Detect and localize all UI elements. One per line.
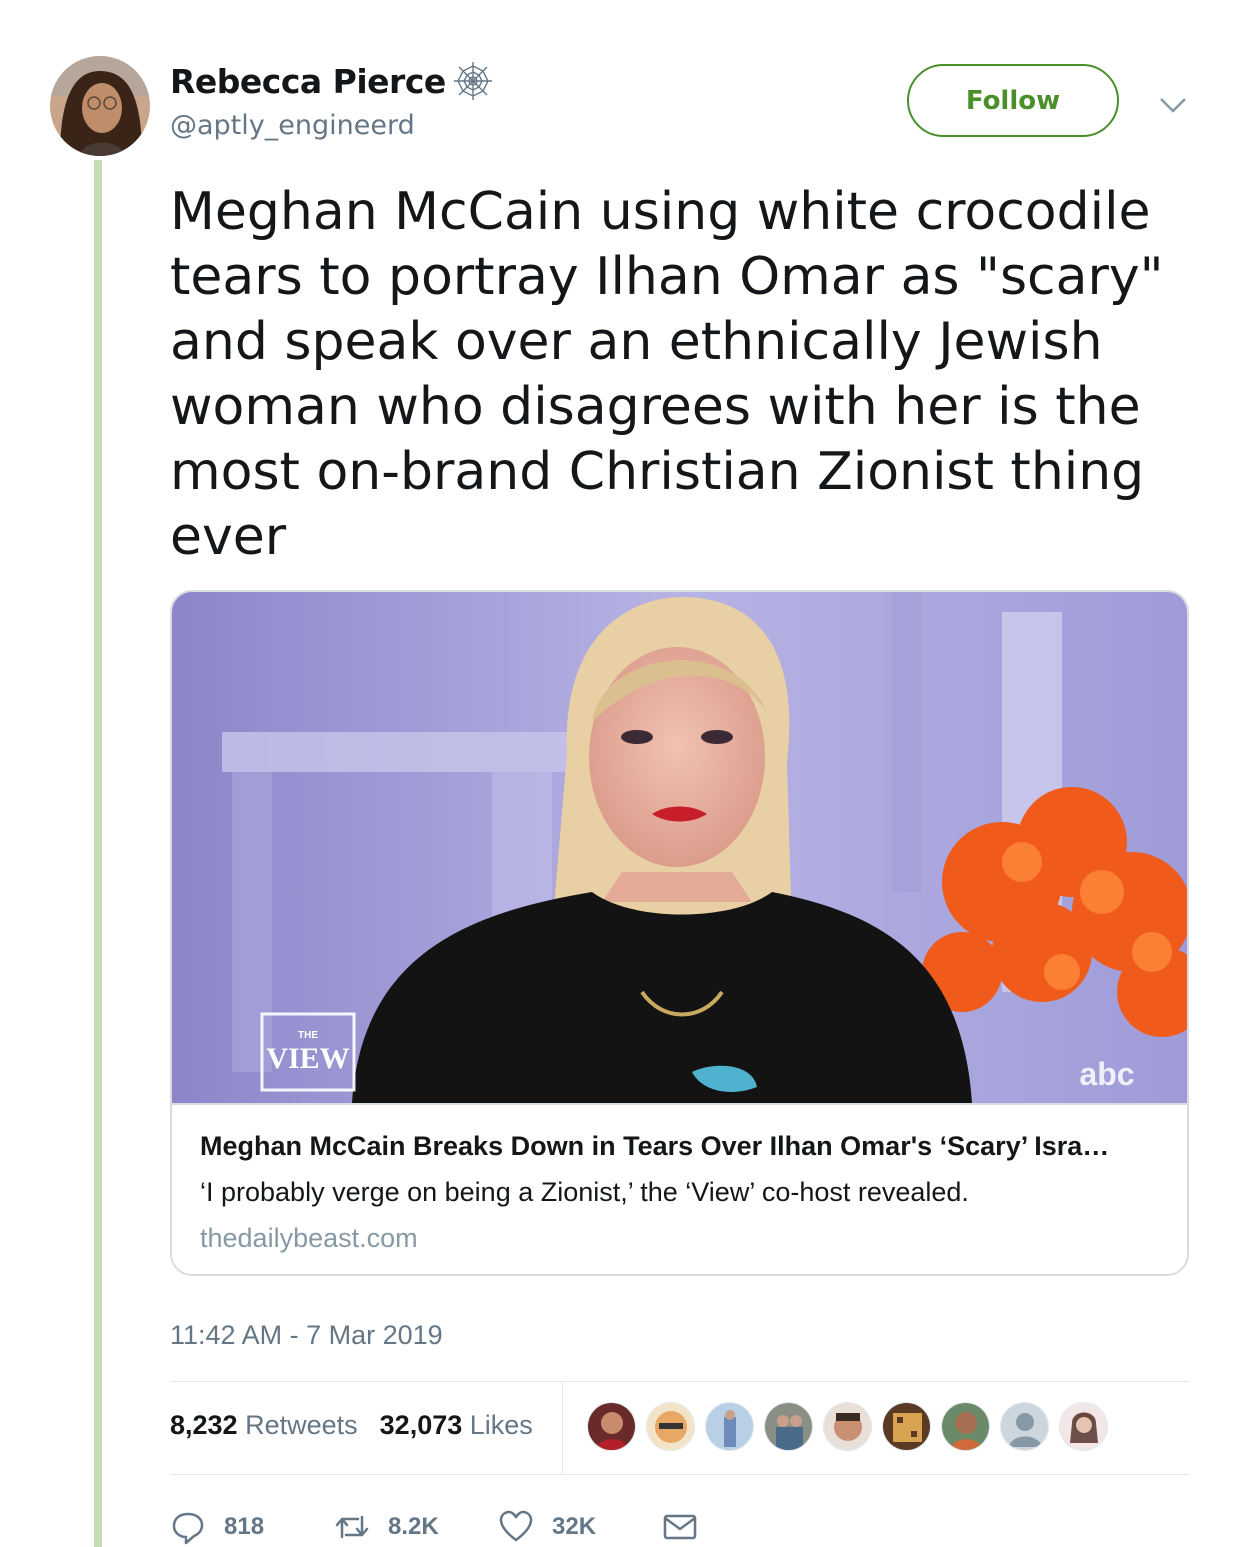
liker-avatar[interactable] (1000, 1402, 1049, 1451)
liker-avatar[interactable] (823, 1402, 872, 1451)
divider-top (170, 1381, 1189, 1382)
liker-avatar[interactable] (587, 1402, 636, 1451)
thread-line (94, 160, 102, 1547)
like-button[interactable]: 32K (498, 1509, 662, 1545)
link-card[interactable]: THE VIEW abc Meghan McCain Breaks Down i… (170, 590, 1189, 1276)
handle[interactable]: @aptly_engineerd (170, 110, 415, 141)
liker-avatar[interactable] (941, 1402, 990, 1451)
card-domain: thedailybeast.com (200, 1223, 418, 1253)
retweets-stat[interactable]: 8,232 Retweets (170, 1410, 358, 1441)
action-bar: 818 8.2K 32K (170, 1505, 716, 1547)
display-name[interactable]: Rebecca Pierce (170, 62, 446, 101)
reply-button[interactable]: 818 (170, 1509, 334, 1545)
card-image: THE VIEW abc (172, 592, 1187, 1103)
direct-message-button[interactable] (662, 1509, 716, 1545)
liker-avatar[interactable] (705, 1402, 754, 1451)
chevron-down-icon[interactable] (1156, 88, 1190, 122)
reply-count: 818 (224, 1513, 265, 1540)
retweets-count: 8,232 (170, 1410, 238, 1440)
liker-avatar[interactable] (764, 1402, 813, 1451)
heart-icon (499, 1510, 533, 1542)
show-logo-main: VIEW (266, 1042, 349, 1075)
like-count: 32K (552, 1513, 597, 1540)
retweet-count: 8.2K (388, 1513, 439, 1540)
stats-separator (562, 1382, 563, 1474)
retweets-label: Retweets (245, 1410, 358, 1440)
retweet-button[interactable]: 8.2K (334, 1509, 498, 1545)
avatar[interactable] (50, 56, 150, 156)
divider-bottom (170, 1474, 1189, 1475)
tweet-text: Meghan McCain using white crocodile tear… (170, 182, 1164, 567)
envelope-icon (663, 1514, 697, 1540)
likes-label: Likes (469, 1410, 533, 1440)
liker-avatar[interactable] (1059, 1402, 1108, 1451)
name-row: Rebecca Pierce (170, 60, 494, 102)
stats-row: 8,232 Retweets 32,073 Likes (170, 1410, 533, 1441)
card-body: Meghan McCain Breaks Down in Tears Over … (172, 1103, 1187, 1274)
network-logo: abc (1079, 1056, 1134, 1092)
liker-avatars (587, 1402, 1108, 1451)
liker-avatar[interactable] (646, 1402, 695, 1451)
likes-stat[interactable]: 32,073 Likes (380, 1410, 533, 1441)
timestamp[interactable]: 11:42 AM - 7 Mar 2019 (170, 1320, 443, 1351)
retweet-icon (335, 1515, 369, 1539)
spiderweb-icon (452, 60, 494, 102)
follow-button[interactable]: Follow (907, 64, 1119, 137)
card-title: Meghan McCain Breaks Down in Tears Over … (200, 1131, 1110, 1161)
show-logo-top: THE (298, 1030, 318, 1041)
card-description: ‘I probably verge on being a Zionist,’ t… (200, 1177, 969, 1207)
liker-avatar[interactable] (882, 1402, 931, 1451)
reply-icon (172, 1512, 204, 1545)
likes-count: 32,073 (379, 1410, 463, 1440)
